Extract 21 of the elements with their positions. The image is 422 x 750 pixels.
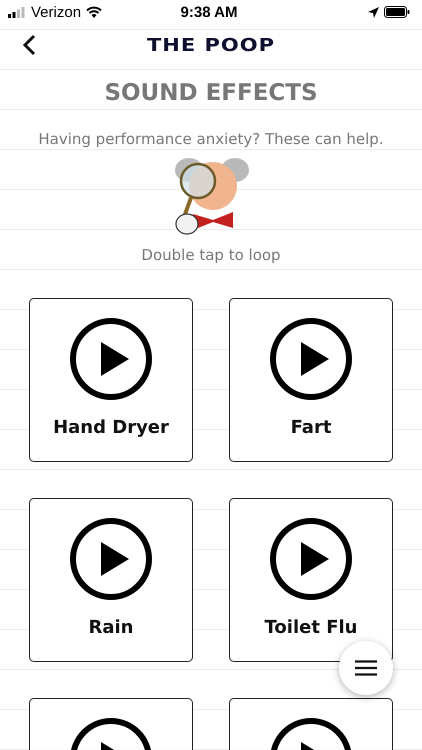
sound-button[interactable]: Hand Dryer <box>29 298 193 462</box>
play-icon <box>69 517 153 601</box>
app-logo: THE POOP <box>146 34 276 56</box>
sound-button[interactable]: Toilet Flu <box>229 498 393 662</box>
back-icon <box>22 34 36 56</box>
wifi-icon <box>86 6 102 18</box>
sound-button[interactable]: Fart <box>229 298 393 462</box>
play-icon <box>269 517 353 601</box>
sound-button[interactable]: Rain <box>29 498 193 662</box>
menu-icon <box>355 660 377 676</box>
play-icon <box>269 317 353 401</box>
status-time: 9:38 AM <box>180 4 238 20</box>
page-title: SOUND EFFECTS <box>103 80 319 106</box>
hint-text: Double tap to loop <box>140 246 282 264</box>
signal-icon <box>8 6 26 18</box>
subtitle-text: Having performance anxiety? These can help. <box>37 130 385 148</box>
carrier-name: Verizon <box>31 4 82 20</box>
menu-button[interactable] <box>339 641 393 695</box>
location-arrow-icon <box>368 6 379 18</box>
battery-icon <box>384 6 410 18</box>
play-icon <box>69 317 153 401</box>
